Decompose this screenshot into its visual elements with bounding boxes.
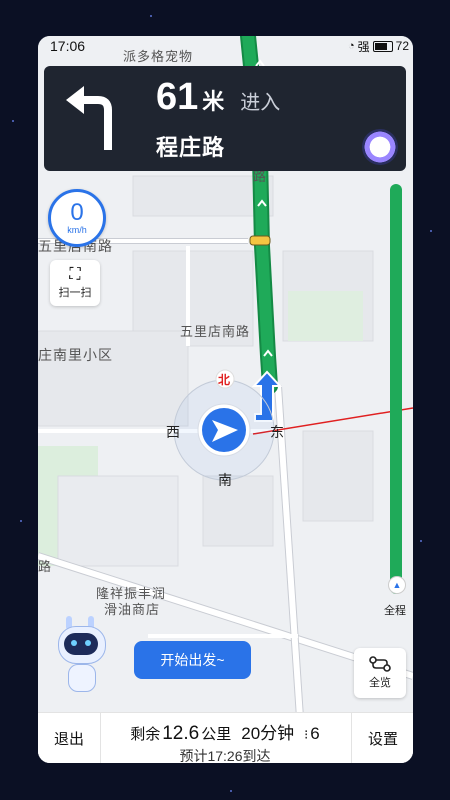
remaining-prefix: 剩余 [130, 726, 161, 743]
scan-icon: ⛶ [69, 266, 81, 283]
battery-level: 72 [395, 39, 409, 53]
route-overview-icon [369, 656, 391, 672]
progress-label: 全程 [384, 605, 406, 617]
nav-instruction-card: 61 米 进入 程庄路 [44, 66, 406, 171]
distance-unit: 公里 [201, 726, 232, 743]
traffic-light-count: 6 [310, 724, 320, 743]
compass-south: 南 [218, 472, 232, 488]
map-label-road: 路 [38, 559, 53, 574]
eta-text: 预计17:26到达 [179, 748, 271, 763]
battery-icon [372, 40, 393, 52]
robot-mascot-icon[interactable] [56, 616, 106, 701]
star [12, 120, 14, 122]
map-label-area: 庄南里小区 [38, 347, 113, 363]
map-label-poi: 滑油商店 [104, 602, 161, 617]
scan-button[interactable]: ⛶ 扫一扫 [50, 260, 100, 306]
nav-distance-unit: 米 [202, 89, 225, 114]
star [150, 15, 152, 17]
alarm-icon: ◔ [347, 40, 355, 52]
bottom-bar: 退出 剩余 12.6 公里 20分钟 ⁝ 6 预计17:26到达 设置 [38, 712, 413, 763]
exit-button[interactable]: 退出 [38, 713, 101, 763]
start-navigation-button[interactable]: 开始出发~ [134, 641, 251, 679]
route-progress-bar [390, 184, 402, 594]
compass-north: 北 [218, 373, 231, 387]
traffic-light-icon: ⁝ [304, 727, 309, 742]
status-time: 17:06 [50, 38, 86, 54]
speed-value: 0 [70, 199, 84, 226]
signal-text: 强 [357, 39, 370, 54]
compass-east: 东 [270, 424, 284, 440]
remaining-distance: 12.6 [162, 723, 200, 744]
trip-summary: 剩余 12.6 公里 20分钟 ⁝ 6 预计17:26到达 [100, 713, 350, 763]
compass-west: 西 [166, 424, 180, 440]
remaining-time: 20分钟 [241, 724, 295, 743]
phone-screen: 派多格宠物 五里店南路 五里店南路 庄南里小区 隆祥振丰润 滑油商店 路 路 北… [38, 36, 413, 763]
nav-action: 进入 [240, 92, 281, 114]
star [430, 230, 432, 232]
star [420, 540, 422, 542]
turn-left-icon [66, 86, 112, 150]
nav-distance: 61 [156, 76, 199, 118]
nav-road-name: 程庄路 [156, 135, 226, 160]
settings-button[interactable]: 设置 [351, 713, 413, 763]
map-label-road: 五里店南路 [180, 324, 251, 339]
speed-unit: km/h [67, 225, 87, 235]
speedometer: 0 km/h [48, 189, 106, 247]
star [230, 790, 232, 792]
overview-label: 全览 [369, 677, 391, 689]
progress-position-icon: ▲ [388, 576, 406, 594]
voice-assistant-icon[interactable] [362, 129, 398, 165]
overview-button[interactable]: 全览 [354, 648, 406, 698]
status-bar: 17:06 ◔ 强 72 [38, 36, 413, 56]
scan-label: 扫一扫 [58, 287, 92, 299]
star [20, 520, 22, 522]
